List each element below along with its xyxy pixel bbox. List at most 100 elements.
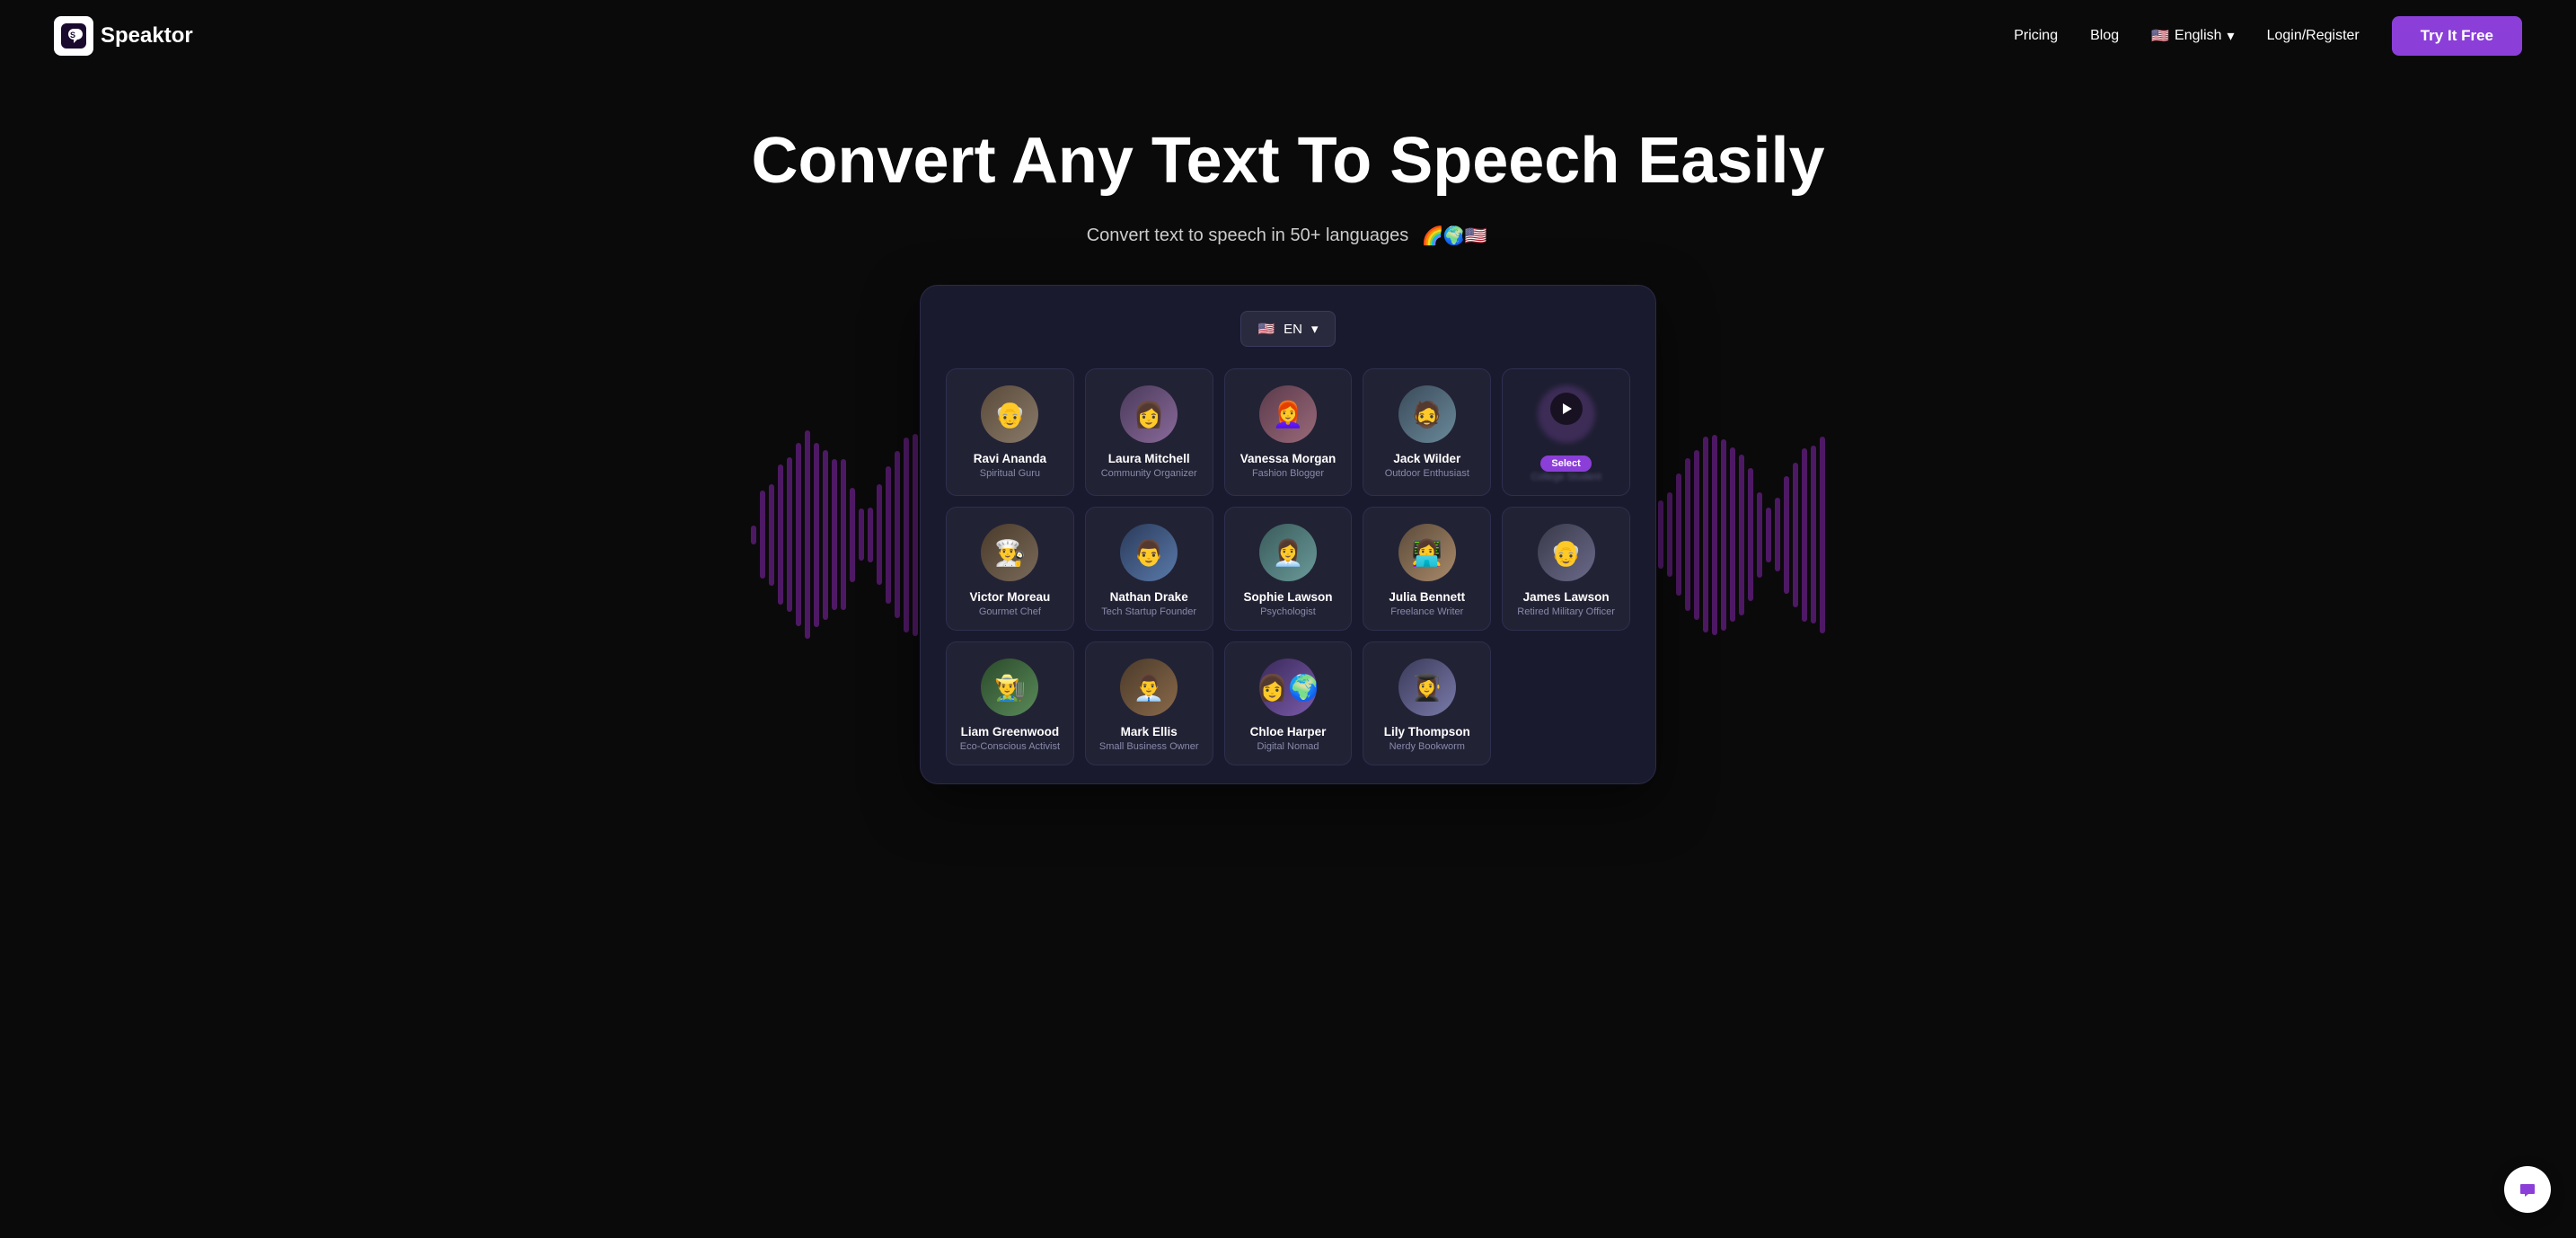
voice-role-victor: Gourmet Chef <box>956 606 1064 617</box>
voice-role-julia: Freelance Writer <box>1372 606 1481 617</box>
waveform-bar <box>1667 492 1672 578</box>
voice-name-ravi: Ravi Ananda <box>956 452 1064 465</box>
voice-grid-row1: 👴 Ravi Ananda Spiritual Guru 👩 Laura Mit… <box>946 368 1630 496</box>
voice-name-college: College Student <box>1531 472 1601 482</box>
lang-dropdown-row: 🇺🇸 EN ▾ <box>946 311 1630 347</box>
try-free-button[interactable]: Try It Free <box>2392 16 2522 56</box>
waveform-bar <box>1703 437 1708 632</box>
voice-name-julia: Julia Bennett <box>1372 590 1481 604</box>
waveform-bar <box>832 459 837 610</box>
voice-name-victor: Victor Moreau <box>956 590 1064 604</box>
avatar-ravi: 👴 <box>981 385 1038 443</box>
voice-card-julia[interactable]: 👩‍💻 Julia Bennett Freelance Writer <box>1363 507 1491 631</box>
flag-us: 🇺🇸 <box>1462 222 1489 249</box>
hero-section: Convert Any Text To Speech Easily Conver… <box>0 72 2576 267</box>
pricing-link[interactable]: Pricing <box>2014 28 2058 44</box>
hero-subtitle-row: Convert text to speech in 50+ languages … <box>18 222 2558 249</box>
voice-card-chloe[interactable]: 👩‍🌍 Chloe Harper Digital Nomad <box>1224 641 1353 765</box>
voice-role-lily: Nerdy Bookworm <box>1372 741 1481 752</box>
avatar-laura: 👩 <box>1120 385 1178 443</box>
voice-card-college[interactable]: Select College Student <box>1502 368 1630 496</box>
voice-card-jack[interactable]: 🧔 Jack Wilder Outdoor Enthusiast <box>1363 368 1491 496</box>
nav-right: Pricing Blog 🇺🇸 English ▾ Login/Register… <box>2014 16 2522 56</box>
waveform-bar <box>886 466 891 604</box>
waveform-section: 🇺🇸 EN ▾ 👴 Ravi Ananda Spiritual Guru 👩 L… <box>0 285 2576 784</box>
language-selector[interactable]: 🇺🇸 English ▾ <box>2151 27 2234 45</box>
waveform-bar <box>913 434 918 636</box>
panel-chevron-icon: ▾ <box>1311 321 1319 337</box>
voice-role-liam: Eco-Conscious Activist <box>956 741 1064 752</box>
voice-card-laura[interactable]: 👩 Laura Mitchell Community Organizer <box>1085 368 1213 496</box>
play-overlay-inner: Select College Student <box>1512 385 1620 482</box>
voice-card-victor[interactable]: 👨‍🍳 Victor Moreau Gourmet Chef <box>946 507 1074 631</box>
hero-subtitle-text: Convert text to speech in 50+ languages <box>1087 225 1409 246</box>
avatar-sophie: 👩‍💼 <box>1259 524 1317 581</box>
voice-card-nathan[interactable]: 👨 Nathan Drake Tech Startup Founder <box>1085 507 1213 631</box>
voice-name-sophie: Sophie Lawson <box>1234 590 1343 604</box>
navbar: S Speaktor Pricing Blog 🇺🇸 English ▾ Log… <box>0 0 2576 72</box>
language-select-button[interactable]: 🇺🇸 EN ▾ <box>1240 311 1335 347</box>
waveform-bar <box>895 451 900 618</box>
avatar-lily: 👩‍🎓 <box>1398 659 1456 716</box>
voice-name-mark: Mark Ellis <box>1095 725 1204 738</box>
waveform-bar <box>1820 437 1825 633</box>
voice-card-ravi[interactable]: 👴 Ravi Ananda Spiritual Guru <box>946 368 1074 496</box>
waveform-bar <box>769 484 774 586</box>
logo[interactable]: S Speaktor <box>54 16 193 56</box>
waveform-bar <box>1748 468 1753 601</box>
voice-card-lily[interactable]: 👩‍🎓 Lily Thompson Nerdy Bookworm <box>1363 641 1491 765</box>
waveform-bar <box>1721 439 1726 631</box>
flag-group: 🌈 🌍 🇺🇸 <box>1419 222 1489 249</box>
row3-spacer <box>1502 641 1630 659</box>
waveform-bar <box>904 438 909 632</box>
waveform-bar <box>1802 448 1807 622</box>
waveform-bar <box>823 450 828 620</box>
voice-role-nathan: Tech Startup Founder <box>1095 606 1204 617</box>
language-label: English <box>2175 28 2221 44</box>
login-register-link[interactable]: Login/Register <box>2267 28 2360 44</box>
hero-title: Convert Any Text To Speech Easily <box>18 126 2558 197</box>
voice-grid-row3: 👨‍🌾 Liam Greenwood Eco-Conscious Activis… <box>946 641 1630 765</box>
avatar-victor: 👨‍🍳 <box>981 524 1038 581</box>
waveform-bar <box>1793 463 1798 607</box>
voice-card-vanessa[interactable]: 👩‍🦰 Vanessa Morgan Fashion Blogger <box>1224 368 1353 496</box>
voice-card-sophie[interactable]: 👩‍💼 Sophie Lawson Psychologist <box>1224 507 1353 631</box>
waveform-bar <box>1775 498 1780 572</box>
waveform-bar <box>1757 492 1762 578</box>
voice-name-liam: Liam Greenwood <box>956 725 1064 738</box>
avatar-chloe: 👩‍🌍 <box>1259 659 1317 716</box>
waveform-bar <box>841 459 846 610</box>
waveform-bar <box>1676 473 1681 596</box>
voice-name-vanessa: Vanessa Morgan <box>1234 452 1343 465</box>
voice-card-liam[interactable]: 👨‍🌾 Liam Greenwood Eco-Conscious Activis… <box>946 641 1074 765</box>
voice-name-chloe: Chloe Harper <box>1234 725 1343 738</box>
voice-name-laura: Laura Mitchell <box>1095 452 1204 465</box>
select-tag[interactable]: Select <box>1540 455 1591 472</box>
voice-name-nathan: Nathan Drake <box>1095 590 1204 604</box>
chat-bubble-button[interactable] <box>2504 1166 2551 1213</box>
avatar-vanessa: 👩‍🦰 <box>1259 385 1317 443</box>
waveform-bar <box>1766 508 1771 562</box>
waveform-bar <box>1658 500 1663 569</box>
app-panel: 🇺🇸 EN ▾ 👴 Ravi Ananda Spiritual Guru 👩 L… <box>920 285 1656 784</box>
voice-name-james: James Lawson <box>1512 590 1620 604</box>
avatar-mark: 👨‍💼 <box>1120 659 1178 716</box>
logo-icon: S <box>54 16 93 56</box>
blog-link[interactable]: Blog <box>2090 28 2119 44</box>
waveform-bar <box>787 457 792 612</box>
logo-text: Speaktor <box>101 23 193 49</box>
waveform-bar <box>760 491 765 579</box>
voice-card-mark[interactable]: 👨‍💼 Mark Ellis Small Business Owner <box>1085 641 1213 765</box>
voice-role-mark: Small Business Owner <box>1095 741 1204 752</box>
waveform-bar <box>859 508 864 561</box>
chevron-down-icon: ▾ <box>2228 27 2235 45</box>
waveform-bar <box>1685 458 1690 611</box>
play-button-overlay[interactable] <box>1550 393 1583 425</box>
voice-role-vanessa: Fashion Blogger <box>1234 468 1343 479</box>
avatar-julia: 👩‍💻 <box>1398 524 1456 581</box>
voice-grid-row2: 👨‍🍳 Victor Moreau Gourmet Chef 👨 Nathan … <box>946 507 1630 631</box>
voice-role-sophie: Psychologist <box>1234 606 1343 617</box>
waveform-bar <box>814 443 819 627</box>
svg-text:S: S <box>70 31 75 40</box>
voice-card-james[interactable]: 👴 James Lawson Retired Military Officer <box>1502 507 1630 631</box>
